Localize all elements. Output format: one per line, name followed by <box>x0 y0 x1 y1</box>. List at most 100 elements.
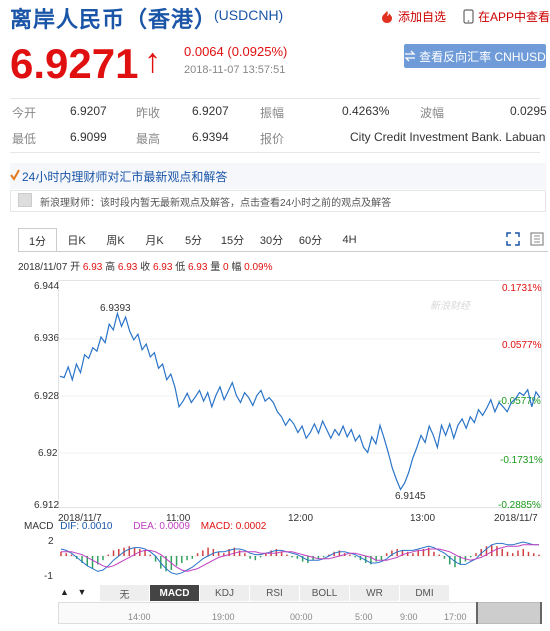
macd-y-tick: -1 <box>44 571 53 582</box>
stat-low-label: 最低 <box>12 132 37 146</box>
stat-wave-value: 0.0295 <box>510 104 547 118</box>
avatar <box>18 193 32 207</box>
arrow-up-icon[interactable]: ▲ <box>60 587 69 597</box>
macd-dif: DIF: 0.0010 <box>60 521 113 532</box>
expert-message-text: 新浪理财师：该时段内暂无最新观点及解答，点击查看24小时之前的观点及解答 <box>40 198 392 209</box>
info-date: 2018/11/07 <box>18 262 68 273</box>
price-line <box>59 311 541 491</box>
add-favorite-icon <box>382 10 392 23</box>
tab-daily-k[interactable]: 日K <box>57 228 96 252</box>
period-tabs: 1分 日K 周K 月K 5分 15分 30分 60分 4H <box>18 228 369 252</box>
low-annotation: 6.9145 <box>395 491 426 502</box>
tab-15min[interactable]: 15分 <box>213 228 252 252</box>
view-in-app-label: 在APP中查看 <box>478 10 550 24</box>
tab-1min[interactable]: 1分 <box>18 228 57 252</box>
info-vol: 0 <box>223 262 229 273</box>
stat-open-value: 6.9207 <box>70 104 107 118</box>
info-high-label: 高 <box>105 262 116 273</box>
indicator-tab-kdj[interactable]: KDJ <box>200 585 250 601</box>
expert-title-link[interactable]: 24小时内理财师对汇市最新观点和解答 <box>22 168 227 185</box>
overview-tick: 14:00 <box>128 612 151 622</box>
info-open: 6.93 <box>82 262 103 273</box>
checkmark-icon <box>10 169 20 181</box>
symbol-code: (USDCNH) <box>214 7 284 23</box>
info-close-label: 收 <box>140 262 151 273</box>
arrow-up-icon: ↑ <box>144 42 161 80</box>
tab-5min[interactable]: 5分 <box>174 228 213 252</box>
info-open-label: 开 <box>70 262 81 273</box>
indicator-tab-dmi[interactable]: DMI <box>400 585 450 601</box>
stat-prev-value: 6.9207 <box>192 104 229 118</box>
overview-tick: 00:00 <box>290 612 313 622</box>
macd-value: MACD: 0.0002 <box>200 521 267 532</box>
indicator-tab-wr[interactable]: WR <box>350 585 400 601</box>
swap-icon <box>404 50 416 62</box>
macd-dea-line <box>61 544 539 572</box>
overview-tick: 19:00 <box>212 612 235 622</box>
y-tick: 6.936 <box>34 333 60 344</box>
tab-60min[interactable]: 60分 <box>291 228 330 252</box>
macd-dea: DEA: 0.0009 <box>133 521 190 532</box>
divider <box>10 98 540 99</box>
overview-tick: 5:00 <box>355 612 373 622</box>
info-amp: 0.09% <box>244 262 273 273</box>
tab-underline <box>18 251 548 252</box>
stat-amp-label: 振幅 <box>260 106 285 120</box>
x-tick: 2018/11/7 <box>494 513 538 524</box>
tab-monthly-k[interactable]: 月K <box>135 228 174 252</box>
current-price: 6.9271 <box>10 40 139 87</box>
add-favorite-button[interactable]: 添加自选 <box>380 8 446 25</box>
macd-dif-line <box>60 541 539 575</box>
y-tick: 6.912 <box>34 500 60 511</box>
nav-arrows[interactable]: ▲ ▼ <box>60 587 86 597</box>
info-low: 6.93 <box>187 262 208 273</box>
view-in-app-button[interactable]: 在APP中查看 <box>463 8 550 25</box>
indicator-tab-none[interactable]: 无 <box>100 585 150 601</box>
high-annotation: 6.9393 <box>100 303 131 314</box>
price-chart[interactable] <box>58 280 542 508</box>
overview-tick: 17:00 <box>444 612 467 622</box>
tab-30min[interactable]: 30分 <box>252 228 291 252</box>
arrow-down-icon[interactable]: ▼ <box>77 587 86 597</box>
info-low-label: 低 <box>175 262 186 273</box>
indicator-tab-macd[interactable]: MACD <box>150 585 200 601</box>
header: 离岸人民币（香港） (USDCNH) 添加自选 在APP中查看 <box>0 0 550 32</box>
stat-low-value: 6.9099 <box>70 130 107 144</box>
stat-high-label: 最高 <box>136 132 161 146</box>
overview-selection[interactable] <box>476 602 542 624</box>
stat-amp-value: 0.4263% <box>342 104 390 118</box>
indicator-tab-boll[interactable]: BOLL <box>300 585 350 601</box>
reverse-rate-button[interactable]: 查看反向汇率 CNHUSD <box>404 44 546 68</box>
macd-legend: MACD DIF: 0.0010 DEA: 0.0009 MACD: 0.000… <box>24 521 266 532</box>
ohlc-info: 2018/11/07 开 6.93 高 6.93 收 6.93 低 6.93 量… <box>18 258 272 273</box>
y-tick: 6.944 <box>34 281 60 292</box>
info-vol-label: 量 <box>210 262 221 273</box>
stat-wave-label: 波幅 <box>420 106 445 120</box>
stat-quote-label: 报价 <box>260 132 285 146</box>
x-tick: 12:00 <box>288 513 314 524</box>
reverse-rate-label: 查看反向汇率 CNHUSD <box>419 49 546 64</box>
macd-title: MACD <box>24 521 54 532</box>
settings-icon[interactable] <box>530 232 544 246</box>
stat-open-label: 今开 <box>12 106 37 120</box>
add-favorite-label: 添加自选 <box>398 10 447 24</box>
tab-weekly-k[interactable]: 周K <box>96 228 135 252</box>
stat-quote-source: City Credit Investment Bank. Labuan <box>350 130 546 144</box>
stat-prev-label: 昨收 <box>136 106 161 120</box>
x-tick: 13:00 <box>410 513 436 524</box>
info-amp-label: 幅 <box>231 262 242 273</box>
stat-high-value: 6.9394 <box>192 130 229 144</box>
macd-y-tick: 2 <box>48 536 54 547</box>
overview-tick: 9:00 <box>400 612 418 622</box>
indicator-tabs: 无 MACD KDJ RSI BOLL WR DMI <box>100 585 450 601</box>
quote-time: 2018-11-07 13:57:51 <box>184 64 286 76</box>
macd-chart[interactable] <box>58 533 542 583</box>
tab-4h[interactable]: 4H <box>330 228 369 252</box>
info-high: 6.93 <box>117 262 138 273</box>
info-close: 6.93 <box>152 262 173 273</box>
indicator-tab-rsi[interactable]: RSI <box>250 585 300 601</box>
fullscreen-icon[interactable] <box>506 232 520 246</box>
phone-icon <box>463 9 474 24</box>
y-tick: 6.92 <box>38 448 58 459</box>
price-change: 0.0064 (0.0925%) <box>184 44 288 59</box>
